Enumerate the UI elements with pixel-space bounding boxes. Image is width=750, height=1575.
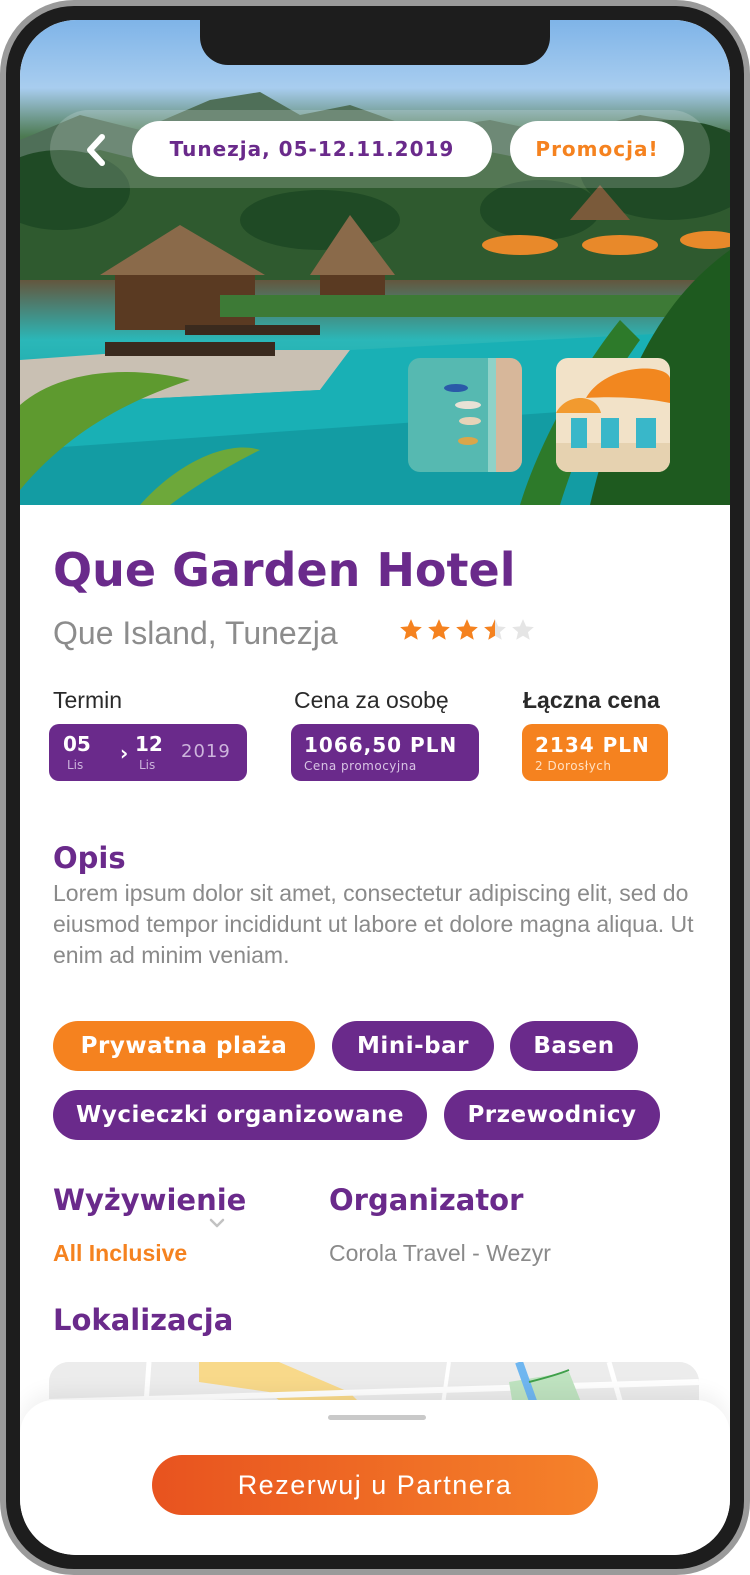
hero-image: Tunezja, 05-12.11.2019 Promocja! — [20, 20, 730, 505]
hotel-name: Que Garden Hotel — [53, 543, 516, 597]
description-title: Opis — [53, 841, 126, 875]
book-with-partner-button[interactable]: Rezerwuj u Partnera — [152, 1455, 598, 1515]
boats-thumbnail-image — [408, 358, 522, 472]
star-icon — [400, 619, 422, 640]
back-button[interactable] — [78, 132, 114, 168]
organizer-title: Organizator — [329, 1183, 524, 1217]
trip-date-pill[interactable]: Tunezja, 05-12.11.2019 — [132, 121, 492, 177]
description-text: Lorem ipsum dolor sit amet, consectetur … — [53, 880, 694, 968]
term-label: Termin — [53, 687, 123, 713]
amenity-tag[interactable]: Prywatna plaża — [53, 1021, 315, 1071]
star-half-icon — [484, 619, 506, 640]
total-price-box: 2134 PLN 2 Dorosłych — [522, 724, 668, 781]
screen: Tunezja, 05-12.11.2019 Promocja! Que Gar… — [20, 20, 730, 1555]
amenity-tag[interactable]: Basen — [510, 1021, 638, 1071]
meal-plan-value: All Inclusive — [53, 1240, 188, 1266]
location-title: Lokalizacja — [53, 1303, 234, 1337]
amenity-tag[interactable]: Przewodnicy — [444, 1090, 660, 1140]
total-price-note: 2 Dorosłych — [535, 759, 612, 773]
price-per-person-box: 1066,50 PLN Cena promocyjna — [291, 724, 479, 781]
amenity-tag[interactable]: Mini-bar — [332, 1021, 494, 1071]
chevron-left-icon — [87, 134, 105, 166]
meal-plan-title: Wyżywienie — [53, 1183, 247, 1217]
price-per-person-value: 1066,50 PLN — [304, 733, 458, 757]
amenity-tag[interactable]: Wycieczki organizowane — [53, 1090, 427, 1140]
start-day: 05 — [63, 732, 91, 756]
total-price-value: 2134 PLN — [535, 733, 650, 757]
price-note: Cena promocyjna — [304, 759, 417, 773]
start-month: Lis — [67, 758, 84, 772]
hotel-location: Que Island, Tunezja — [53, 615, 338, 651]
umbrellas-thumbnail-image — [556, 358, 670, 472]
star-icon — [428, 619, 450, 640]
booking-sheet: Rezerwuj u Partnera — [20, 1400, 730, 1555]
term-year: 2019 — [181, 741, 231, 762]
phone-notch — [200, 20, 550, 65]
gallery-thumbnail-umbrellas[interactable] — [556, 358, 670, 472]
organizer-value: Corola Travel - Wezyr — [329, 1240, 551, 1266]
end-day: 12 — [135, 732, 163, 756]
term-dates[interactable]: 05 Lis › 12 Lis 2019 — [49, 724, 247, 781]
star-icon — [456, 619, 478, 640]
chevron-down-icon[interactable] — [208, 1217, 226, 1229]
sheet-drag-handle[interactable] — [328, 1415, 426, 1420]
promo-badge[interactable]: Promocja! — [510, 121, 684, 177]
end-month: Lis — [139, 758, 156, 772]
star-rating — [398, 617, 536, 643]
star-empty-icon — [512, 619, 534, 640]
total-price-label: Łączna cena — [523, 687, 660, 713]
price-per-person-label: Cena za osobę — [294, 687, 449, 713]
gallery-thumbnail-boats[interactable] — [408, 358, 522, 472]
chevron-right-icon: › — [120, 741, 129, 765]
